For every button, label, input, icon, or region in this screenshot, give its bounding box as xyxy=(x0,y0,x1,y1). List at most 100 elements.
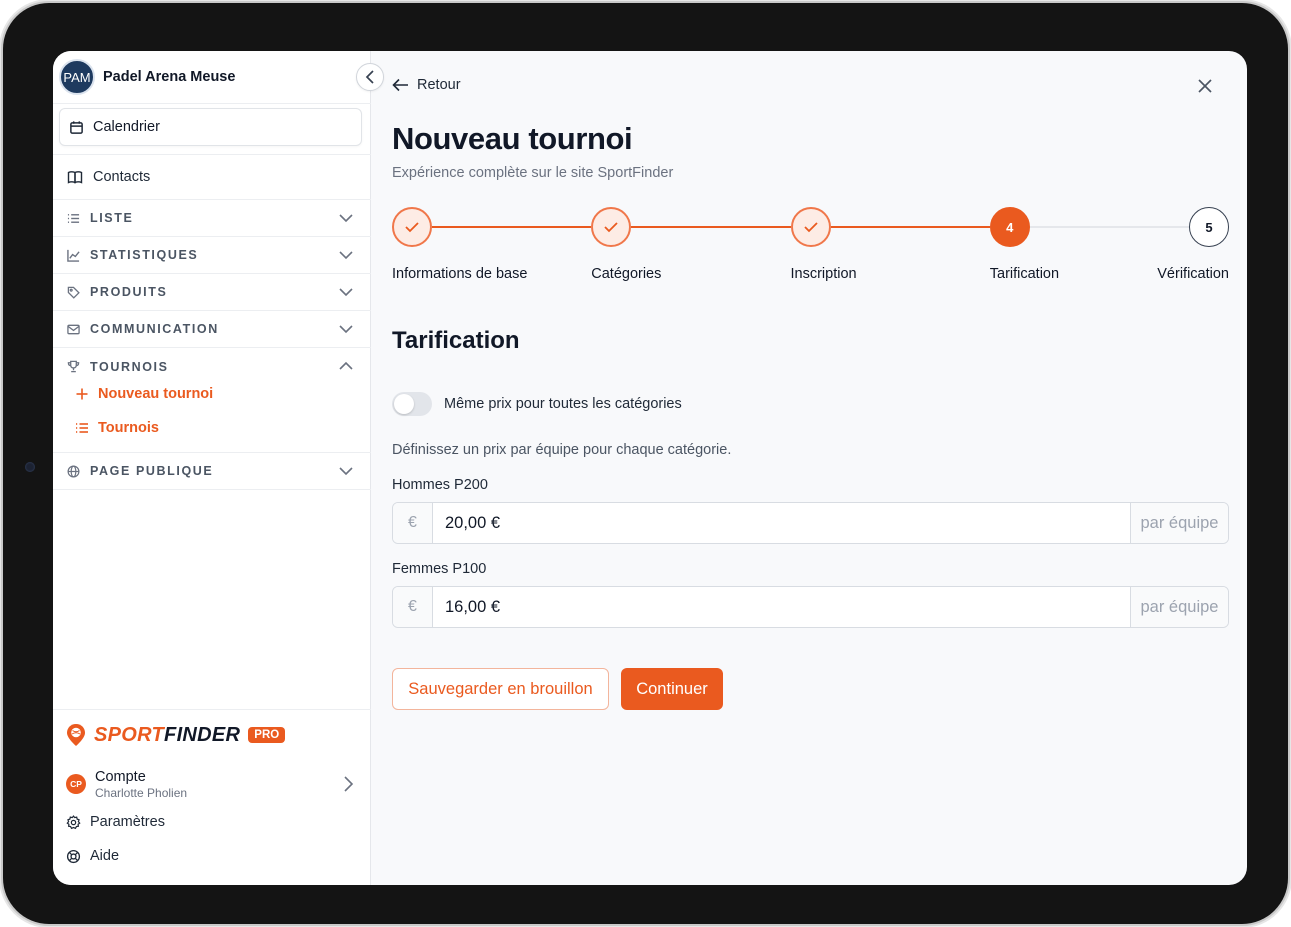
step-connector xyxy=(631,226,791,228)
check-icon xyxy=(604,222,618,233)
plus-icon xyxy=(76,388,88,400)
price-field-hommes: € par équipe xyxy=(392,502,1229,544)
helper-text: Définissez un prix par équipe pour chaqu… xyxy=(392,442,732,458)
avatar: CP xyxy=(66,774,86,794)
brand-part-finder: FINDER xyxy=(164,723,241,746)
tag-icon xyxy=(67,286,80,299)
chart-icon xyxy=(67,249,80,262)
step-1-circle[interactable] xyxy=(392,207,432,247)
book-icon xyxy=(67,171,83,184)
step-2-circle[interactable] xyxy=(591,207,632,247)
calendar-label: Calendrier xyxy=(93,119,160,135)
mail-icon xyxy=(67,324,80,334)
unit-suffix: par équipe xyxy=(1130,587,1228,627)
currency-prefix: € xyxy=(393,503,433,543)
currency-prefix: € xyxy=(393,587,433,627)
sidebar-item-aide[interactable]: Aide xyxy=(66,848,119,864)
sidebar-section-statistiques[interactable]: STATISTIQUES xyxy=(53,237,371,274)
close-icon[interactable] xyxy=(1196,77,1214,95)
parametres-label: Paramètres xyxy=(90,814,165,830)
back-label: Retour xyxy=(417,77,461,93)
step-3-circle[interactable] xyxy=(790,207,831,247)
step-number: 5 xyxy=(1205,219,1213,235)
sidebar-section-produits[interactable]: PRODUITS xyxy=(53,274,371,311)
section-label: PAGE PUBLIQUE xyxy=(90,464,214,478)
step-1-label: Informations de base xyxy=(392,266,528,282)
sidebar-section-tournois[interactable]: TOURNOIS xyxy=(53,348,371,385)
chevron-down-icon xyxy=(339,467,353,476)
account-menu[interactable]: CP Compte Charlotte Pholien xyxy=(66,766,356,802)
step-3-label: Inscription xyxy=(790,266,857,282)
chevron-left-icon xyxy=(365,70,374,84)
section-label: LISTE xyxy=(90,211,134,225)
chevron-down-icon xyxy=(339,251,353,260)
map-pin-icon xyxy=(67,724,85,746)
price-label-femmes: Femmes P100 xyxy=(392,561,487,577)
list-icon xyxy=(67,213,80,223)
sidebar-item-nouveau-tournoi[interactable]: Nouveau tournoi xyxy=(75,386,213,402)
pro-badge: PRO xyxy=(248,727,286,743)
main-content: Retour Nouveau tournoi Expérience complè… xyxy=(372,51,1247,885)
club-header[interactable]: PAM Padel Arena Meuse xyxy=(59,57,235,97)
same-price-toggle-row[interactable]: Même prix pour toutes les catégories xyxy=(392,392,682,416)
sidebar-item-contacts[interactable]: Contacts xyxy=(53,165,371,189)
section-title: Tarification xyxy=(392,327,520,354)
price-input-hommes[interactable] xyxy=(433,503,1130,543)
step-5-circle: 5 xyxy=(1189,207,1229,247)
step-connector xyxy=(1029,226,1189,228)
step-connector xyxy=(432,226,592,228)
brand-part-sport: SPORT xyxy=(94,723,165,746)
step-5-label: Vérification xyxy=(1157,266,1229,282)
step-2-label: Catégories xyxy=(591,266,662,282)
contacts-label: Contacts xyxy=(93,169,151,185)
trophy-icon xyxy=(67,360,80,373)
app-screen: PAM Padel Arena Meuse Calendrier Contact… xyxy=(53,51,1247,885)
lifebuoy-icon xyxy=(66,849,81,863)
divider xyxy=(53,154,371,155)
continue-button[interactable]: Continuer xyxy=(621,668,723,710)
arrow-left-icon xyxy=(392,78,408,92)
price-input-femmes[interactable] xyxy=(433,587,1130,627)
sidebar: PAM Padel Arena Meuse Calendrier Contact… xyxy=(53,51,371,885)
section-label: PRODUITS xyxy=(90,285,168,299)
chevron-down-icon xyxy=(339,325,353,334)
club-avatar: PAM xyxy=(59,59,95,95)
collapse-sidebar-button[interactable] xyxy=(356,63,384,91)
camera xyxy=(25,462,35,472)
sidebar-item-tournois[interactable]: Tournois xyxy=(75,420,159,436)
section-label: TOURNOIS xyxy=(90,359,169,374)
gear-icon xyxy=(66,814,81,829)
divider xyxy=(53,709,371,710)
calendar-button[interactable]: Calendrier xyxy=(59,108,362,146)
same-price-toggle[interactable] xyxy=(392,392,432,416)
check-icon xyxy=(803,222,818,233)
back-link[interactable]: Retour xyxy=(392,77,461,93)
tablet-frame: PAM Padel Arena Meuse Calendrier Contact… xyxy=(3,3,1288,924)
sidebar-section-communication[interactable]: COMMUNICATION xyxy=(53,311,371,348)
page-subtitle: Expérience complète sur le site SportFin… xyxy=(392,165,674,181)
sidebar-item-parametres[interactable]: Paramètres xyxy=(66,814,165,830)
chevron-down-icon xyxy=(339,214,353,223)
globe-icon xyxy=(67,465,80,477)
chevron-down-icon xyxy=(339,288,353,297)
toggle-knob xyxy=(394,394,414,414)
page-title: Nouveau tournoi xyxy=(392,121,633,156)
tournois-label: Tournois xyxy=(98,420,159,436)
chevron-right-icon xyxy=(344,776,354,792)
toggle-label: Même prix pour toutes les catégories xyxy=(444,396,682,412)
section-label: COMMUNICATION xyxy=(90,322,219,336)
brand-name: SPORTFINDER xyxy=(94,724,240,747)
section-label: STATISTIQUES xyxy=(90,248,199,262)
aide-label: Aide xyxy=(90,848,120,864)
progress-stepper: Informations de base Catégories Inscriptio… xyxy=(392,207,1229,287)
step-number: 4 xyxy=(1006,219,1014,235)
step-4-label: Tarification xyxy=(989,266,1060,282)
list-icon xyxy=(76,423,88,433)
save-draft-button[interactable]: Sauvegarder en brouillon xyxy=(392,668,609,710)
unit-suffix: par équipe xyxy=(1130,503,1228,543)
price-label-hommes: Hommes P200 xyxy=(392,477,488,493)
sidebar-section-page-publique[interactable]: PAGE PUBLIQUE xyxy=(53,453,371,490)
sidebar-section-liste[interactable]: LISTE xyxy=(53,200,371,237)
account-user-name: Charlotte Pholien xyxy=(95,785,188,800)
check-icon xyxy=(405,222,419,233)
